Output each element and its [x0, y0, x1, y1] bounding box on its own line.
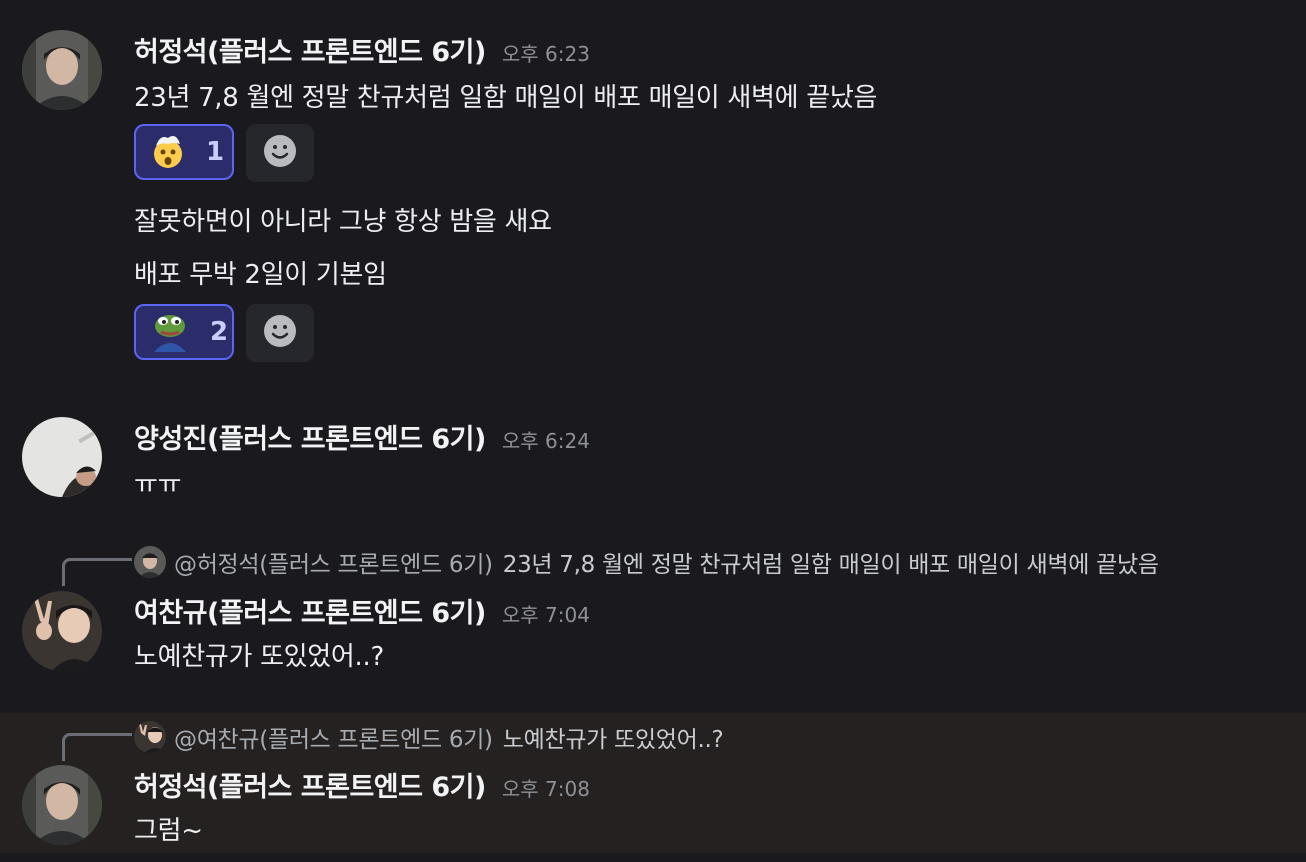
- message-text: 23년 7,8 월엔 정말 찬규처럼 일함 매일이 배포 매일이 새벽에 끝났음: [134, 83, 878, 113]
- message-text: 노예찬규가 또있었어..?: [134, 642, 384, 672]
- message-text: 잘못하면이 아니라 그냥 항상 밤을 새요: [134, 207, 552, 237]
- reply-mention[interactable]: @여찬규(플러스 프론트엔드 6기): [174, 720, 493, 754]
- reply-avatar: [134, 546, 166, 578]
- timestamp: 오후 6:24: [501, 429, 590, 453]
- reply-mention[interactable]: @허정석(플러스 프론트엔드 6기): [174, 545, 493, 579]
- reaction-count: 1: [206, 137, 225, 167]
- reply-text: 23년 7,8 월엔 정말 찬규처럼 일함 매일이 배포 매일이 새벽에 끝났음: [502, 552, 1159, 578]
- reply-preview[interactable]: @여찬규(플러스 프론트엔드 6기) 노예찬규가 또있었어..?: [134, 720, 724, 754]
- exploding-head-emoji-icon: [148, 130, 188, 174]
- avatar[interactable]: [22, 591, 102, 671]
- avatar[interactable]: [22, 765, 102, 845]
- reply-connector: [62, 558, 132, 586]
- timestamp: 오후 7:08: [501, 777, 590, 801]
- reply-avatar: [134, 721, 166, 753]
- message-text: 배포 무박 2일이 기본임: [134, 260, 387, 290]
- timestamp: 오후 6:23: [501, 42, 590, 66]
- reply-connector: [62, 733, 132, 761]
- author-name[interactable]: 허정석(플러스 프론트엔드 6기) 오후 7:08: [134, 765, 590, 804]
- author-name[interactable]: 양성진(플러스 프론트엔드 6기) 오후 6:24: [134, 417, 590, 456]
- reply-text: 노예찬규가 또있었어..?: [502, 727, 724, 753]
- reaction-button[interactable]: 2: [134, 304, 234, 360]
- message-text: ㅠㅠ: [134, 470, 182, 500]
- avatar[interactable]: [22, 417, 102, 497]
- author-name[interactable]: 여찬규(플러스 프론트엔드 6기) 오후 7:04: [134, 591, 590, 630]
- timestamp: 오후 7:04: [501, 603, 590, 627]
- smiley-icon: [263, 314, 297, 352]
- reply-preview[interactable]: @허정석(플러스 프론트엔드 6기) 23년 7,8 월엔 정말 찬규처럼 일함…: [134, 545, 1159, 579]
- add-reaction-button[interactable]: [246, 124, 314, 182]
- smiley-icon: [263, 134, 297, 172]
- message-text: 그럼~: [134, 816, 203, 846]
- reaction-count: 2: [210, 317, 229, 347]
- avatar[interactable]: [22, 30, 102, 110]
- reaction-button[interactable]: 1: [134, 124, 234, 180]
- pepe-frog-emoji-icon: [148, 308, 192, 356]
- add-reaction-button[interactable]: [246, 304, 314, 362]
- author-name[interactable]: 허정석(플러스 프론트엔드 6기) 오후 6:23: [134, 30, 590, 69]
